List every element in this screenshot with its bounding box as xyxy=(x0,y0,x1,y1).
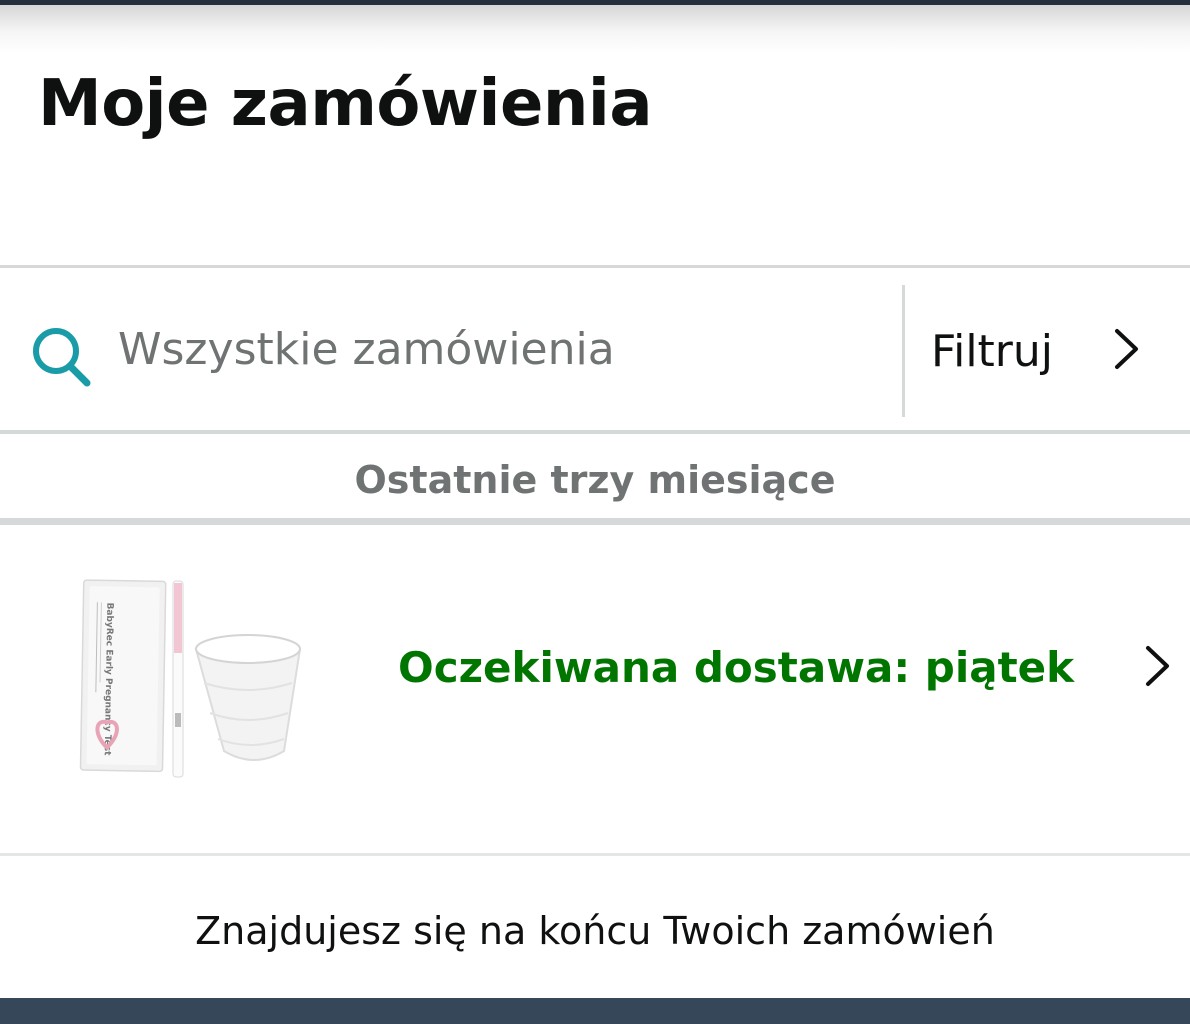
product-image: BabyRec Early Pregnancy Test xyxy=(79,579,302,778)
divider xyxy=(0,518,1190,525)
search-icon[interactable] xyxy=(30,326,92,388)
bottom-nav-bar xyxy=(0,998,1190,1024)
search-bar: Filtruj xyxy=(0,268,1190,432)
filter-label: Filtruj xyxy=(931,326,1054,377)
page-title: Moje zamówienia xyxy=(38,67,653,141)
delivery-status: Oczekiwana dostawa: piątek xyxy=(398,643,1075,692)
divider xyxy=(0,853,1190,856)
order-list-item[interactable]: BabyRec Early Pregnancy Test Oczekiwana … xyxy=(0,525,1190,853)
period-header: Ostatnie trzy miesiące xyxy=(0,434,1190,518)
header-shadow xyxy=(0,5,1190,53)
chevron-right-icon xyxy=(1115,329,1138,369)
chevron-right-icon xyxy=(1146,646,1169,686)
end-of-orders-message: Znajdujesz się na końcu Twoich zamówień xyxy=(195,909,995,953)
search-input[interactable] xyxy=(118,318,878,382)
filter-button[interactable]: Filtruj xyxy=(905,268,1190,432)
period-label: Ostatnie trzy miesiące xyxy=(354,458,836,502)
